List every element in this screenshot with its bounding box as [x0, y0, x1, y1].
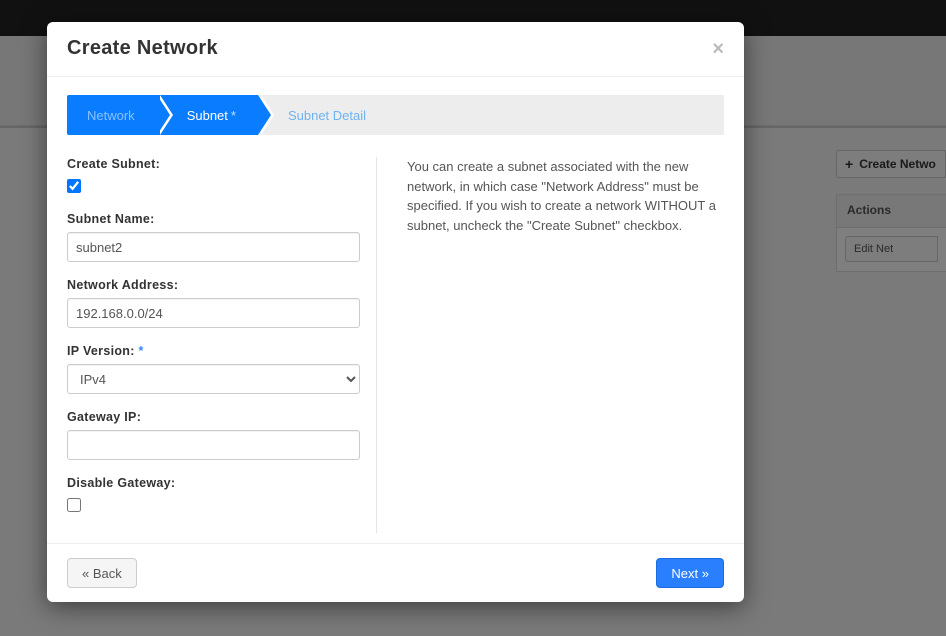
- field-subnet-name: Subnet Name:: [67, 212, 360, 262]
- field-gateway-ip: Gateway IP:: [67, 410, 360, 460]
- create-subnet-label: Create Subnet:: [67, 157, 360, 171]
- required-asterisk: *: [138, 344, 143, 358]
- form-left-column: Create Subnet: Subnet Name: Network Addr…: [67, 157, 377, 533]
- wizard-step-subnet-detail[interactable]: Subnet Detail: [258, 95, 388, 135]
- help-text: You can create a subnet associated with …: [407, 157, 724, 533]
- required-asterisk: *: [231, 108, 236, 123]
- back-button[interactable]: « Back: [67, 558, 137, 588]
- create-subnet-checkbox[interactable]: [67, 179, 81, 193]
- subnet-name-label: Subnet Name:: [67, 212, 360, 226]
- modal-body: Network Subnet * Subnet Detail Create Su…: [47, 77, 744, 543]
- network-address-label: Network Address:: [67, 278, 360, 292]
- field-ip-version: IP Version: * IPv4: [67, 344, 360, 394]
- network-address-input[interactable]: [67, 298, 360, 328]
- wizard-step-network[interactable]: Network: [67, 95, 157, 135]
- ip-version-label-text: IP Version:: [67, 344, 135, 358]
- wizard-step-label: Subnet Detail: [288, 108, 366, 123]
- field-create-subnet: Create Subnet:: [67, 157, 360, 196]
- disable-gateway-checkbox[interactable]: [67, 498, 81, 512]
- wizard-step-label: Subnet: [187, 108, 228, 123]
- ip-version-label: IP Version: *: [67, 344, 360, 358]
- disable-gateway-label: Disable Gateway:: [67, 476, 360, 490]
- wizard-step-label: Network: [87, 108, 135, 123]
- wizard-steps: Network Subnet * Subnet Detail: [67, 95, 724, 135]
- field-disable-gateway: Disable Gateway:: [67, 476, 360, 515]
- modal-title: Create Network: [67, 37, 218, 60]
- field-network-address: Network Address:: [67, 278, 360, 328]
- gateway-ip-label: Gateway IP:: [67, 410, 360, 424]
- create-network-modal: Create Network × Network Subnet * Subnet…: [47, 22, 744, 602]
- ip-version-select[interactable]: IPv4: [67, 364, 360, 394]
- gateway-ip-input[interactable]: [67, 430, 360, 460]
- modal-header: Create Network ×: [47, 22, 744, 77]
- close-icon[interactable]: ×: [712, 39, 724, 59]
- next-button[interactable]: Next »: [656, 558, 724, 588]
- subnet-name-input[interactable]: [67, 232, 360, 262]
- form-columns: Create Subnet: Subnet Name: Network Addr…: [67, 157, 724, 533]
- modal-footer: « Back Next »: [47, 543, 744, 602]
